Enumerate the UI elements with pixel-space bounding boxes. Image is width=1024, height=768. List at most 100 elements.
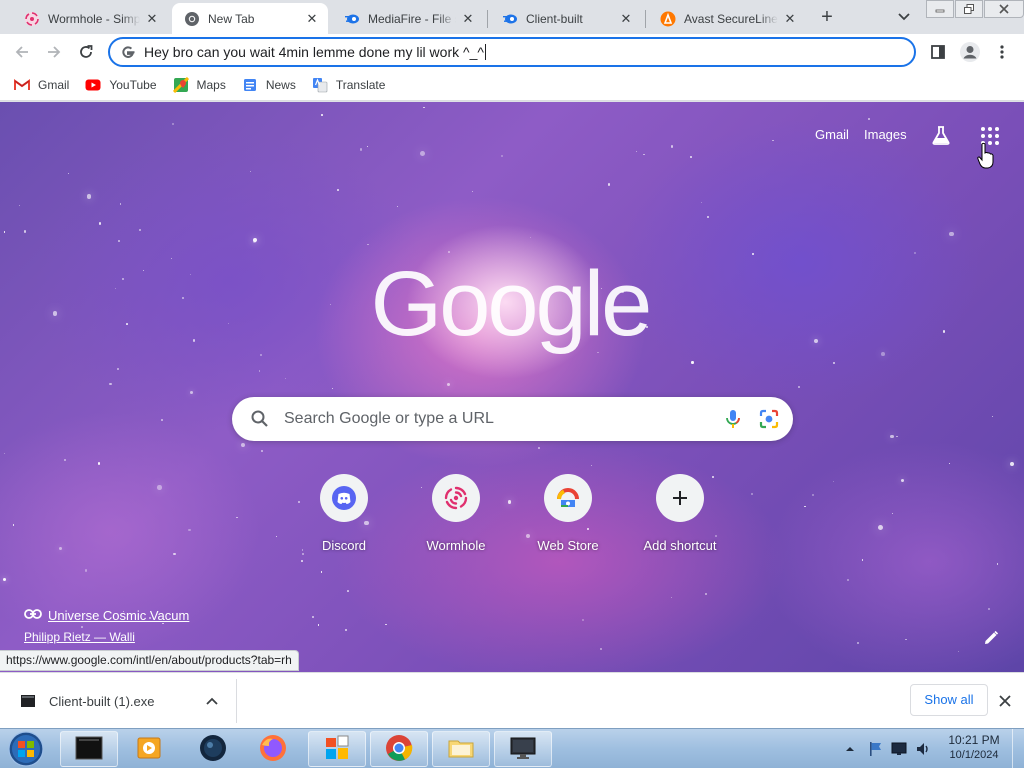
- tab-title: New Tab: [208, 11, 255, 26]
- new-tab-page: Gmail Images Google Search Google or typ…: [0, 102, 1024, 672]
- attribution-title[interactable]: Universe Cosmic Vacum: [48, 608, 189, 623]
- bookmark-news[interactable]: News: [242, 73, 296, 97]
- star-dot: [643, 153, 645, 156]
- star-dot: [84, 569, 88, 572]
- taskbar-chrome[interactable]: [370, 731, 428, 767]
- clock-time: 10:21 PM: [948, 733, 1000, 747]
- network-monitor-icon[interactable]: [890, 740, 908, 758]
- star-dot: [189, 390, 193, 394]
- address-bar[interactable]: Hey bro can you wait 4min lemme done my …: [108, 37, 916, 67]
- star-dot: [259, 353, 262, 356]
- action-center-flag-icon[interactable]: [866, 740, 884, 758]
- star-dot: [122, 277, 125, 280]
- close-icon[interactable]: ✕: [304, 11, 320, 27]
- taskbar-dark-orb-app[interactable]: [184, 731, 242, 767]
- star-dot: [126, 322, 129, 325]
- system-clock[interactable]: 10:21 PM 10/1/2024: [938, 733, 1010, 761]
- tab-new-tab[interactable]: New Tab ✕: [172, 3, 328, 34]
- gmail-link[interactable]: Gmail: [815, 127, 849, 142]
- toolbar: Hey bro can you wait 4min lemme done my …: [0, 34, 1024, 70]
- images-link[interactable]: Images: [864, 127, 907, 142]
- google-lens-icon[interactable]: [757, 407, 781, 431]
- star-dot: [336, 188, 339, 191]
- google-g-icon: [120, 44, 136, 60]
- star-dot: [471, 190, 474, 192]
- taskbar-office[interactable]: [308, 731, 366, 767]
- shortcut-web-store[interactable]: Web Store: [512, 474, 624, 558]
- bookmark-maps[interactable]: Maps: [172, 73, 226, 97]
- background-attribution[interactable]: Universe Cosmic Vacum: [24, 608, 189, 623]
- folder-icon: [446, 735, 476, 764]
- microphone-icon[interactable]: [721, 407, 745, 431]
- taskbar-terminal[interactable]: [60, 731, 118, 767]
- close-icon[interactable]: ✕: [460, 11, 476, 27]
- shortcut-wormhole[interactable]: Wormhole: [400, 474, 512, 558]
- show-all-button[interactable]: Show all: [910, 684, 988, 716]
- tab-client-built[interactable]: Client-built ✕: [490, 3, 642, 34]
- tray-expand-icon[interactable]: [845, 743, 855, 753]
- star-dot: [811, 493, 815, 497]
- clock-date: 10/1/2024: [949, 749, 999, 761]
- forward-button[interactable]: [42, 40, 66, 64]
- taskbar-media-player[interactable]: [120, 731, 178, 767]
- back-button[interactable]: [10, 40, 34, 64]
- search-box[interactable]: Search Google or type a URL: [232, 397, 793, 441]
- star-dot: [240, 443, 245, 448]
- attribution-author[interactable]: Philipp Rietz — Walli: [24, 630, 135, 644]
- star-dot: [250, 171, 252, 173]
- reload-button[interactable]: [74, 40, 98, 64]
- show-desktop-button[interactable]: [1012, 729, 1024, 768]
- taskbar-explorer[interactable]: [432, 731, 490, 767]
- download-item[interactable]: Client-built (1).exe: [0, 679, 237, 723]
- shortcut-discord[interactable]: Discord: [288, 474, 400, 558]
- profile-icon[interactable]: [958, 40, 982, 64]
- chevron-up-icon[interactable]: [204, 693, 220, 709]
- tab-separator: [645, 10, 646, 28]
- tab-avast[interactable]: Avast SecureLine VPN ✕: [648, 3, 806, 34]
- star-dot: [636, 150, 638, 152]
- star-dot: [857, 641, 859, 644]
- menu-kebab-icon[interactable]: [990, 40, 1014, 64]
- minimize-button[interactable]: [926, 0, 954, 18]
- star-dot: [346, 590, 349, 592]
- chrome-icon: [184, 11, 200, 27]
- tab-title: Avast SecureLine VPN: [684, 11, 778, 26]
- star-dot: [317, 624, 320, 626]
- taskbar-remote-desktop[interactable]: [494, 731, 552, 767]
- shortcut-add[interactable]: Add shortcut: [624, 474, 736, 558]
- side-panel-icon[interactable]: [926, 40, 950, 64]
- restore-button[interactable]: [955, 0, 983, 18]
- star-dot: [119, 203, 122, 205]
- close-window-button[interactable]: [984, 0, 1024, 18]
- pencil-edit-icon[interactable]: [982, 629, 1000, 647]
- shortcut-label: Discord: [321, 538, 367, 553]
- bookmark-label: Gmail: [38, 78, 70, 92]
- star-dot: [98, 222, 101, 225]
- bookmark-translate[interactable]: Translate: [312, 73, 385, 97]
- star-dot: [420, 150, 426, 156]
- labs-flask-icon[interactable]: [930, 124, 952, 146]
- start-button[interactable]: [6, 730, 46, 768]
- bookmark-youtube[interactable]: YouTube: [85, 73, 157, 97]
- close-icon[interactable]: ✕: [144, 11, 160, 27]
- tab-mediafire[interactable]: MediaFire - File sharing ✕: [332, 3, 484, 34]
- chevron-down-icon[interactable]: [893, 8, 915, 26]
- new-tab-button[interactable]: +: [814, 6, 840, 30]
- star-dot: [607, 183, 610, 186]
- star-dot: [157, 485, 162, 490]
- speaker-icon[interactable]: [914, 740, 932, 758]
- bookmark-gmail[interactable]: Gmail: [14, 73, 69, 97]
- avast-icon: [660, 11, 676, 27]
- google-logo: Google: [370, 253, 653, 357]
- close-icon[interactable]: ✕: [782, 11, 798, 27]
- taskbar-firefox[interactable]: [244, 731, 302, 767]
- star-dot: [162, 622, 164, 625]
- star-dot: [590, 465, 592, 467]
- wormhole-icon: [24, 11, 40, 27]
- close-icon[interactable]: ✕: [618, 11, 634, 27]
- tab-wormhole[interactable]: Wormhole - Simple, private file sharing …: [12, 3, 168, 34]
- tab-strip: Wormhole - Simple, private file sharing …: [0, 0, 1024, 34]
- plus-icon: [656, 474, 704, 522]
- close-icon[interactable]: [996, 692, 1014, 710]
- bookmark-label: Maps: [196, 78, 226, 92]
